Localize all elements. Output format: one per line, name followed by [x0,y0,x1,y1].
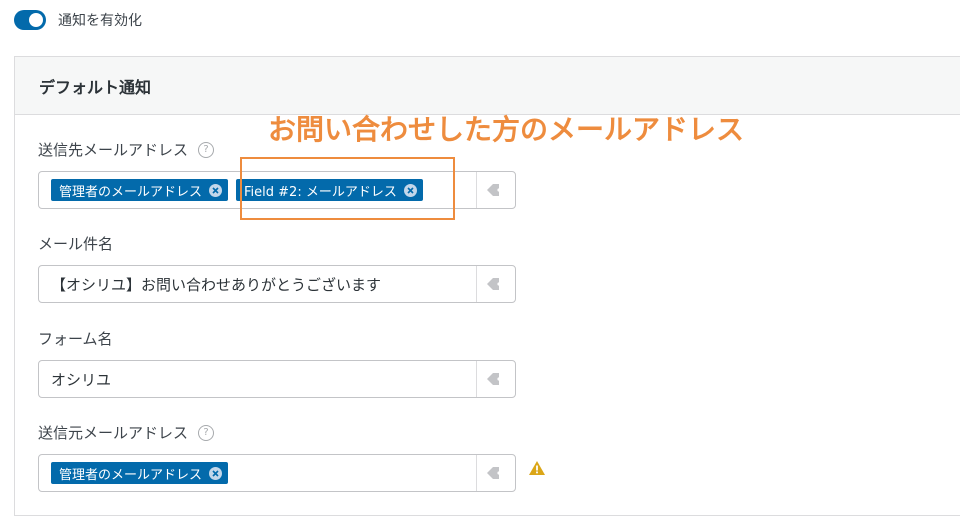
from-name-label-text: フォーム名 [38,330,113,348]
from-email-chips: 管理者のメールアドレス [39,462,236,484]
help-icon[interactable]: ? [198,141,215,158]
from-email-field[interactable]: 管理者のメールアドレス [38,454,516,492]
remove-chip-icon[interactable] [209,183,223,197]
smart-tag-button[interactable] [476,172,515,208]
enable-notification-label: 通知を有効化 [58,13,142,29]
tag-icon [487,278,501,290]
send-to-label: 送信先メールアドレス ? [38,139,215,160]
subject-label: メール件名 [38,233,113,254]
tag-icon [487,373,501,385]
enable-notification-row: 通知を有効化 [14,10,142,30]
send-to-label-text: 送信先メールアドレス [38,141,189,159]
help-icon[interactable]: ? [198,424,215,441]
chip-admin-email: 管理者のメールアドレス [51,462,229,484]
warning-icon[interactable] [528,460,546,480]
from-email-label: 送信元メールアドレス ? [38,422,215,443]
chip-label: 管理者のメールアドレス [59,467,203,483]
tag-icon [487,467,501,479]
panel-title: デフォルト通知 [39,77,152,97]
from-name-input-value: オシリユ [51,370,112,389]
from-name-field[interactable]: オシリユ [38,360,516,398]
enable-notification-toggle[interactable] [14,10,46,30]
panel-header: デフォルト通知 [15,57,960,115]
toggle-knob [29,13,43,27]
tag-icon [487,184,501,196]
chip-label: 管理者のメールアドレス [59,184,203,200]
subject-field[interactable]: 【オシリユ】お問い合わせありがとうございます [38,265,516,303]
smart-tag-button[interactable] [476,455,515,491]
annotation-text: お問い合わせした方のメールアドレス [268,113,745,146]
smart-tag-button[interactable] [476,361,515,397]
subject-input-value: 【オシリユ】お問い合わせありがとうございます [51,275,382,294]
chip-admin-email: 管理者のメールアドレス [51,179,229,201]
smart-tag-button[interactable] [476,266,515,302]
subject-label-text: メール件名 [38,235,114,253]
from-email-label-text: 送信元メールアドレス [38,424,189,442]
remove-chip-icon[interactable] [209,466,223,480]
annotation-highlight-box [240,157,455,220]
from-name-label: フォーム名 [38,328,113,349]
